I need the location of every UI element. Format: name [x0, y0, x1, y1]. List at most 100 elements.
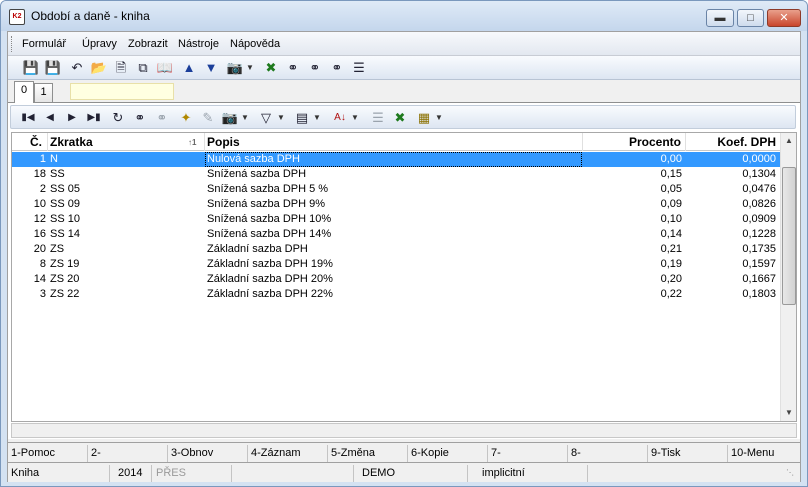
- sort-az-icon[interactable]: A↓: [331, 109, 349, 127]
- add-star-icon[interactable]: ✦: [177, 109, 195, 127]
- cell-koef: 0,1735: [742, 243, 776, 255]
- camera-icon[interactable]: 📷: [226, 59, 244, 77]
- column-header-c[interactable]: Č.: [12, 133, 48, 151]
- list-numbered-icon[interactable]: ☰: [369, 109, 387, 127]
- status-empty-2: [588, 465, 784, 482]
- fkey-5-zmena[interactable]: 5-Změna: [328, 445, 408, 462]
- k2-app-icon[interactable]: K2: [9, 9, 25, 25]
- tab-panel: ▮◀ ◀ ▶ ▶▮ ↻ ⚭ ⚭ ✦ ✎ 📷 ▼ ▽ ▼ ▤ ▼ A↓ ▼ ☰ ✖…: [8, 102, 800, 439]
- previous-record-icon[interactable]: ◀: [41, 109, 59, 127]
- table-row[interactable]: 12 SS 10 Snížená sazba DPH 10% 0,10 0,09…: [12, 212, 780, 227]
- edit-icon[interactable]: ✎: [199, 109, 217, 127]
- next-record-icon[interactable]: ▶: [63, 109, 81, 127]
- column-header-zkratka-label: Zkratka: [50, 135, 93, 149]
- filter-icon[interactable]: ▽: [257, 109, 275, 127]
- fkey-8[interactable]: 8-: [568, 445, 648, 462]
- fkey-3-obnov[interactable]: 3-Obnov: [168, 445, 248, 462]
- table-row[interactable]: 2 SS 05 Snížená sazba DPH 5 % 0,05 0,047…: [12, 182, 780, 197]
- cell-procento: 0,05: [660, 183, 682, 195]
- fkey-2[interactable]: 2-: [88, 445, 168, 462]
- maximize-icon: □: [747, 12, 754, 24]
- fkey-9-tisk[interactable]: 9-Tisk: [648, 445, 728, 462]
- status-pres: PŘES: [152, 465, 232, 482]
- cell-c: 18: [33, 168, 46, 180]
- arrow-down-icon[interactable]: ▼: [202, 59, 220, 77]
- status-bar: Kniha 2014 PŘES DEMO implicitní ⋱: [8, 462, 800, 482]
- columns-dropdown-icon[interactable]: ▼: [313, 109, 321, 127]
- binoculars-icon[interactable]: ⚭: [284, 59, 302, 77]
- menu-napoveda[interactable]: Nápověda: [230, 38, 280, 50]
- binoculars-next-icon[interactable]: ⚭: [306, 59, 324, 77]
- table-row[interactable]: 3 ZS 22 Základní sazba DPH 22% 0,22 0,18…: [12, 287, 780, 302]
- undo-icon[interactable]: ↶: [68, 59, 86, 77]
- last-record-icon[interactable]: ▶▮: [85, 109, 103, 127]
- column-header-procento[interactable]: Procento: [583, 133, 686, 151]
- resize-grip-icon[interactable]: ⋱: [786, 467, 798, 479]
- report-icon[interactable]: ▦: [415, 109, 433, 127]
- columns-icon[interactable]: ▤: [293, 109, 311, 127]
- cell-koef: 0,0826: [742, 198, 776, 210]
- cell-c: 8: [39, 258, 46, 270]
- fkey-4-zaznam[interactable]: 4-Záznam: [248, 445, 328, 462]
- table-row[interactable]: 18 SS Snížená sazba DPH 0,15 0,1304: [12, 167, 780, 182]
- search-binoculars-icon[interactable]: ⚭: [131, 109, 149, 127]
- camera2-icon[interactable]: 📷: [221, 109, 239, 127]
- tab-1[interactable]: 1: [34, 83, 53, 102]
- tab-0[interactable]: 0: [14, 81, 34, 103]
- cell-c: 14: [33, 273, 46, 285]
- scroll-up-icon[interactable]: ▲: [781, 133, 796, 149]
- first-record-icon[interactable]: ▮◀: [19, 109, 37, 127]
- menu-nastroje[interactable]: Nástroje: [178, 38, 219, 50]
- new-document-icon[interactable]: 🗎: [112, 59, 130, 77]
- close-button[interactable]: ✕: [767, 9, 801, 27]
- binoculars-all-icon[interactable]: ⚭: [328, 59, 346, 77]
- camera2-dropdown-icon[interactable]: ▼: [241, 109, 249, 127]
- menu-upravy[interactable]: Úpravy: [82, 38, 117, 50]
- table-row[interactable]: 20 ZS Základní sazba DPH 0,21 0,1735: [12, 242, 780, 257]
- fkey-6-kopie[interactable]: 6-Kopie: [408, 445, 488, 462]
- search-next-icon[interactable]: ⚭: [153, 109, 171, 127]
- vertical-scrollbar[interactable]: ▲ ▼: [780, 133, 796, 421]
- excel-icon[interactable]: ✖: [262, 59, 280, 77]
- table-row[interactable]: 14 ZS 20 Základní sazba DPH 20% 0,20 0,1…: [12, 272, 780, 287]
- column-header-popis[interactable]: Popis: [205, 133, 583, 151]
- open-folder-icon[interactable]: 📂: [90, 59, 108, 77]
- table-row[interactable]: 10 SS 09 Snížená sazba DPH 9% 0,09 0,082…: [12, 197, 780, 212]
- scroll-down-icon[interactable]: ▼: [781, 405, 796, 421]
- table-row[interactable]: 16 SS 14 Snížená sazba DPH 14% 0,14 0,12…: [12, 227, 780, 242]
- menu-zobrazit[interactable]: Zobrazit: [128, 38, 168, 50]
- save-icon[interactable]: 💾: [22, 59, 40, 77]
- status-empty-1: [232, 465, 354, 482]
- title-bar[interactable]: K2 Období a daně - kniha ▬ □ ✕: [1, 1, 807, 31]
- refresh-icon[interactable]: ↻: [109, 109, 127, 127]
- table-row[interactable]: 1 N Nulová sazba DPH 0,00 0,0000: [12, 152, 780, 167]
- menu-formular[interactable]: Formulář: [22, 38, 66, 50]
- fkey-10-menu[interactable]: 10-Menu: [728, 445, 800, 462]
- cell-popis: Základní sazba DPH: [207, 243, 308, 255]
- cell-procento: 0,20: [660, 273, 682, 285]
- arrow-up-icon[interactable]: ▲: [180, 59, 198, 77]
- maximize-button[interactable]: □: [737, 9, 764, 27]
- save-as-icon[interactable]: 💾: [44, 59, 62, 77]
- minimize-button[interactable]: ▬: [706, 9, 734, 27]
- filter-dropdown-icon[interactable]: ▼: [277, 109, 285, 127]
- app-window: K2 Období a daně - kniha ▬ □ ✕ Formulář …: [0, 0, 808, 487]
- fkey-7[interactable]: 7-: [488, 445, 568, 462]
- data-grid[interactable]: Č. Zkratka ↑1 Popis Procento Koef. DPH 1…: [11, 132, 797, 422]
- book-icon[interactable]: 📖: [156, 59, 174, 77]
- sort-dropdown-icon[interactable]: ▼: [351, 109, 359, 127]
- report-dropdown-icon[interactable]: ▼: [435, 109, 443, 127]
- camera-dropdown-icon[interactable]: ▼: [246, 59, 254, 77]
- copy-icon[interactable]: ⧉: [134, 59, 152, 77]
- menu-grip[interactable]: [11, 36, 14, 52]
- scroll-thumb[interactable]: [782, 167, 796, 305]
- column-header-koef-dph[interactable]: Koef. DPH: [686, 133, 780, 151]
- fkey-1-pomoc[interactable]: 1-Pomoc: [8, 445, 88, 462]
- export-excel-icon[interactable]: ✖: [391, 109, 409, 127]
- tab-info-field: [70, 83, 174, 100]
- cell-zkratka: ZS: [50, 243, 65, 255]
- column-header-zkratka[interactable]: Zkratka ↑1: [48, 133, 205, 151]
- table-row[interactable]: 8 ZS 19 Základní sazba DPH 19% 0,19 0,15…: [12, 257, 780, 272]
- cell-c: 20: [33, 243, 46, 255]
- hamburger-icon[interactable]: ☰: [350, 59, 368, 77]
